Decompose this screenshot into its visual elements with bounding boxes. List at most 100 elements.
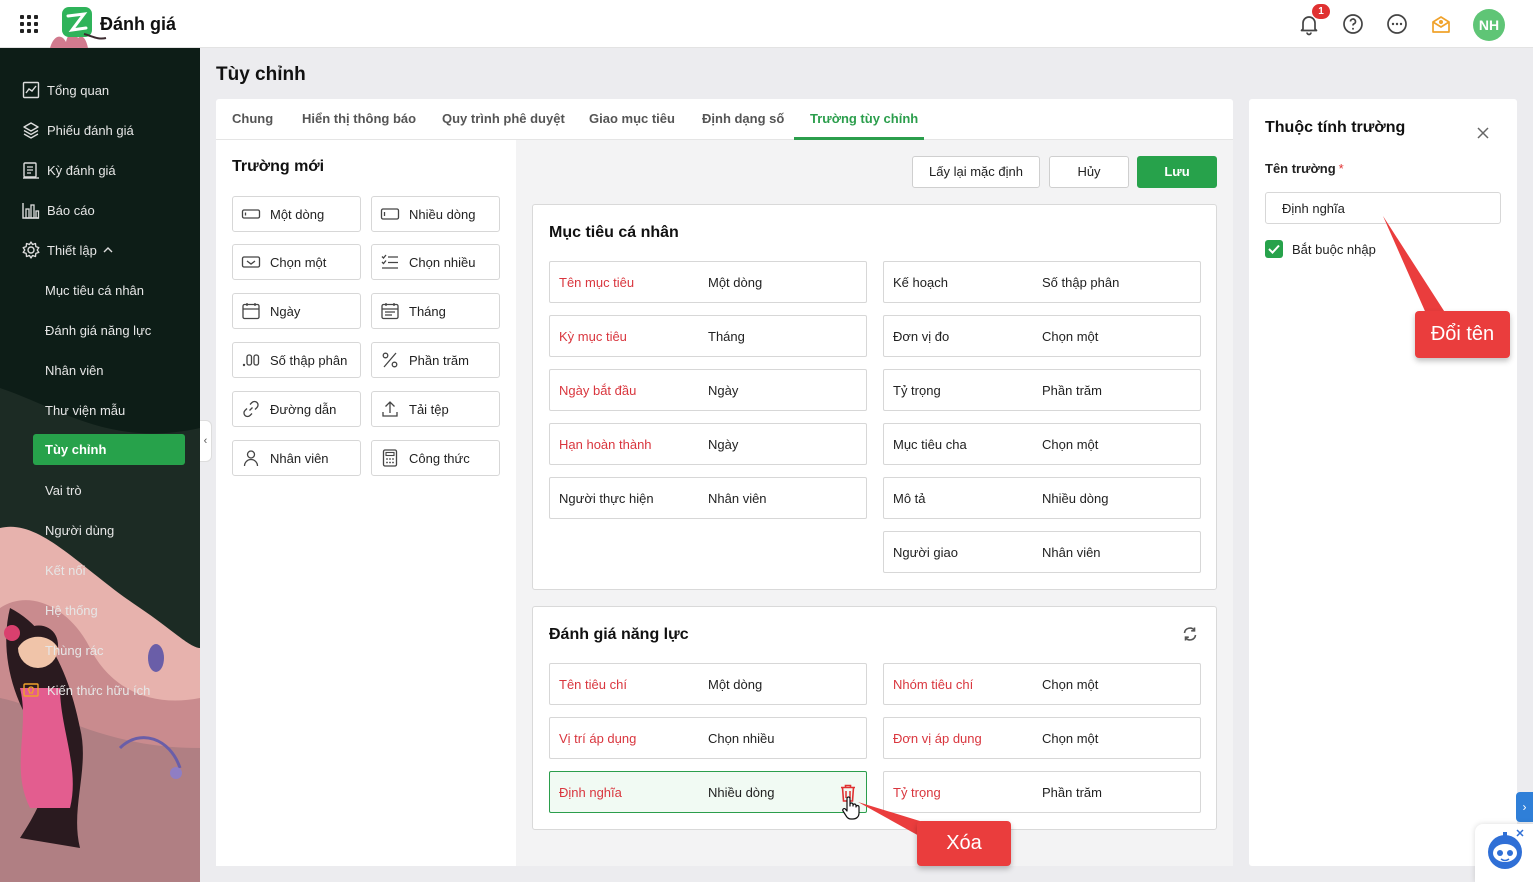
chevron-up-icon xyxy=(103,247,113,253)
hand-cursor-icon xyxy=(842,796,860,820)
settings-icon xyxy=(22,241,40,259)
month-calendar-icon xyxy=(381,303,399,320)
field-row[interactable]: Hạn hoàn thành Ngày xyxy=(549,423,867,465)
tab-assign-goals[interactable]: Giao mục tiêu xyxy=(589,111,675,126)
field-type-select-one[interactable]: Chọn một xyxy=(232,244,361,280)
close-icon[interactable] xyxy=(1515,828,1525,838)
sidebar-item-users[interactable]: Người dùng xyxy=(0,513,200,547)
required-checkbox[interactable] xyxy=(1265,240,1283,258)
field-type-label: Đường dẫn xyxy=(270,401,337,417)
sidebar-item-system[interactable]: Hệ thống xyxy=(0,593,200,627)
tab-general[interactable]: Chung xyxy=(232,111,273,126)
gift-icon[interactable] xyxy=(1429,12,1453,36)
reset-default-button[interactable]: Lấy lại mặc định xyxy=(912,156,1040,188)
sidebar-item-competency[interactable]: Đánh giá năng lực xyxy=(0,313,200,347)
sidebar-item-review-periods[interactable]: Kỳ đánh giá xyxy=(0,153,200,187)
properties-title: Thuộc tính trường xyxy=(1265,119,1406,136)
sidebar-item-review-forms[interactable]: Phiếu đánh giá xyxy=(0,113,200,147)
sidebar-item-settings[interactable]: Thiết lập xyxy=(0,233,200,267)
more-icon[interactable] xyxy=(1385,12,1409,36)
field-row[interactable]: Mục tiêu cha Chọn một xyxy=(883,423,1201,465)
avatar[interactable]: NH xyxy=(1473,9,1505,41)
field-type-label: Phần trăm xyxy=(409,352,469,368)
field-type: Ngày xyxy=(708,437,739,452)
sidebar-item-customize[interactable]: Tùy chỉnh xyxy=(33,434,185,465)
field-type-upload[interactable]: Tải tệp xyxy=(371,391,500,427)
field-row[interactable]: Tên mục tiêu Một dòng xyxy=(549,261,867,303)
field-type-employee[interactable]: Nhân viên xyxy=(232,440,361,476)
chatbot-widget[interactable] xyxy=(1475,824,1533,882)
field-row[interactable]: Nhóm tiêu chí Chọn một xyxy=(883,663,1201,705)
notification-badge: 1 xyxy=(1312,4,1330,19)
field-type-date[interactable]: Ngày xyxy=(232,293,361,329)
field-row[interactable]: Ngày bắt đầu Ngày xyxy=(549,369,867,411)
field-type-multi-line[interactable]: Nhiều dòng xyxy=(371,196,500,232)
calendar-list-icon xyxy=(23,162,39,179)
sidebar-collapse-toggle[interactable]: ‹ xyxy=(200,420,212,462)
field-row[interactable]: Đơn vị đo Chọn một xyxy=(883,315,1201,357)
field-name: Người thực hiện xyxy=(559,491,654,506)
field-row[interactable]: Đơn vị áp dụng Chọn một xyxy=(883,717,1201,759)
tab-notifications[interactable]: Hiển thị thông báo xyxy=(302,111,416,126)
field-row[interactable]: Tỷ trọng Phần trăm xyxy=(883,771,1201,813)
field-type: Chọn nhiều xyxy=(708,731,775,746)
sidebar-item-label: Kiến thức hữu ích xyxy=(47,682,151,698)
calendar-icon xyxy=(242,303,260,320)
field-row[interactable]: Tỷ trọng Phần trăm xyxy=(883,369,1201,411)
save-button[interactable]: Lưu xyxy=(1137,156,1217,188)
refresh-icon[interactable] xyxy=(1181,625,1199,643)
close-icon[interactable] xyxy=(1475,125,1491,141)
sidebar-item-employees[interactable]: Nhân viên xyxy=(0,353,200,387)
user-icon xyxy=(243,450,259,467)
field-type: Nhân viên xyxy=(708,491,767,506)
tab-approval-flow[interactable]: Quy trình phê duyệt xyxy=(442,111,565,126)
apps-grid-icon[interactable] xyxy=(20,15,38,33)
field-row[interactable]: Tên tiêu chí Một dòng xyxy=(549,663,867,705)
field-row[interactable]: Người giao Nhân viên xyxy=(883,531,1201,573)
sidebar-item-personal-goals[interactable]: Mục tiêu cá nhân xyxy=(0,273,200,307)
field-row[interactable]: Kỳ mục tiêu Tháng xyxy=(549,315,867,357)
field-type-decimal[interactable]: Số thập phân xyxy=(232,342,361,378)
sidebar-item-connections[interactable]: Kết nối xyxy=(0,553,200,587)
tab-number-format[interactable]: Định dạng số xyxy=(702,111,784,126)
field-row[interactable]: Vị trí áp dụng Chọn nhiều xyxy=(549,717,867,759)
field-type: Một dòng xyxy=(708,275,763,290)
field-type: Chọn một xyxy=(1042,437,1099,452)
sidebar-item-roles[interactable]: Vai trò xyxy=(0,473,200,507)
link-icon xyxy=(243,400,259,418)
field-row-selected[interactable]: Định nghĩa Nhiều dòng xyxy=(549,771,867,813)
cancel-button[interactable]: Hủy xyxy=(1049,156,1129,188)
sidebar-item-overview[interactable]: Tổng quan xyxy=(0,73,200,107)
field-type-month[interactable]: Tháng xyxy=(371,293,500,329)
field-type-select-multi[interactable]: Chọn nhiều xyxy=(371,244,500,280)
field-name: Đơn vị đo xyxy=(893,329,950,344)
tab-custom-fields[interactable]: Trường tùy chỉnh xyxy=(810,111,918,126)
field-name-input[interactable] xyxy=(1265,192,1501,224)
field-name: Tỷ trọng xyxy=(893,383,941,398)
custom-fields-area: Lấy lại mặc định Hủy Lưu Mục tiêu cá nhâ… xyxy=(516,140,1233,866)
sidebar-item-knowledge[interactable]: Kiến thức hữu ích xyxy=(0,673,200,707)
field-row[interactable]: Kế hoạch Số thập phân xyxy=(883,261,1201,303)
settings-card: Chung Hiển thị thông báo Quy trình phê d… xyxy=(216,99,1233,866)
sidebar-item-template-library[interactable]: Thư viện mẫu xyxy=(0,393,200,427)
field-type-percent[interactable]: Phần trăm xyxy=(371,342,500,378)
field-row[interactable]: Mô tả Nhiều dòng xyxy=(883,477,1201,519)
field-name: Kỳ mục tiêu xyxy=(559,329,627,344)
sidebar-item-reports[interactable]: Báo cáo xyxy=(0,193,200,227)
field-type-formula[interactable]: Công thức xyxy=(371,440,500,476)
field-name: Nhóm tiêu chí xyxy=(893,677,974,692)
field-type-link[interactable]: Đường dẫn xyxy=(232,391,361,427)
field-type-label: Một dòng xyxy=(270,206,325,222)
field-name: Mục tiêu cha xyxy=(893,437,967,452)
field-name: Ngày bắt đầu xyxy=(559,383,637,398)
field-row[interactable]: Người thực hiện Nhân viên xyxy=(549,477,867,519)
field-type: Ngày xyxy=(708,383,739,398)
field-type: Tháng xyxy=(708,329,745,344)
field-type-label: Chọn nhiều xyxy=(409,254,476,270)
percent-icon xyxy=(382,352,398,368)
new-field-panel: Trường mới Một dòng Nhiều dòng Chọn một … xyxy=(216,140,516,866)
field-type-single-line[interactable]: Một dòng xyxy=(232,196,361,232)
help-icon[interactable] xyxy=(1341,12,1365,36)
sidebar-item-trash[interactable]: Thùng rác xyxy=(0,633,200,667)
expand-panel-button[interactable]: › xyxy=(1516,792,1533,822)
